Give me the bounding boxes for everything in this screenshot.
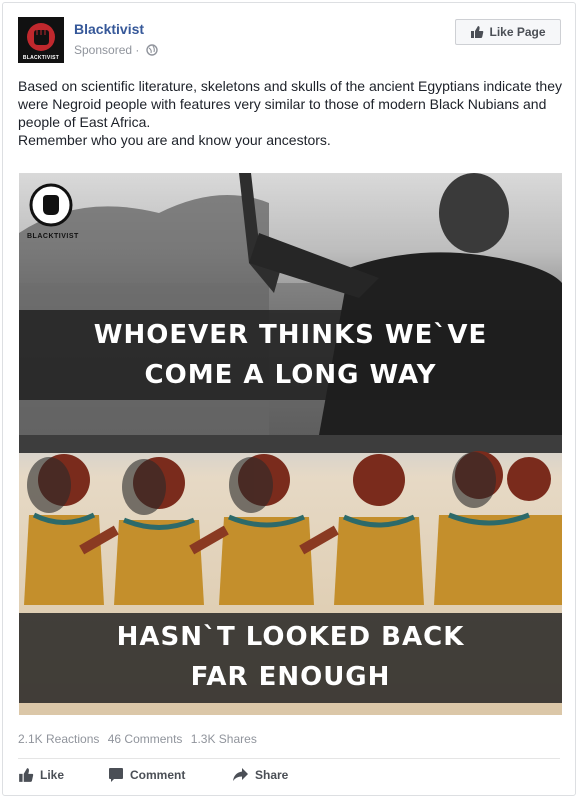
share-button[interactable]: Share: [232, 767, 288, 783]
bottom-caption-line: HASN`T LOOKED BACK: [116, 622, 465, 652]
share-label: Share: [255, 768, 289, 782]
shares-count[interactable]: 1.3K Shares: [191, 732, 257, 746]
post-text-paragraph: Remember who you are and know your ances…: [18, 132, 331, 148]
watermark-fist-icon: [29, 183, 73, 232]
page-avatar[interactable]: BLACKTIVIST: [18, 17, 64, 63]
post-image[interactable]: BLACKTIVIST WHOEVER THINKS WE`VE COME A …: [19, 173, 562, 715]
page-name-link[interactable]: Blacktivist: [74, 21, 144, 37]
comment-button[interactable]: Comment: [108, 767, 185, 783]
top-caption-line: WHOEVER THINKS WE`VE: [93, 320, 488, 350]
reactions-count[interactable]: 2.1K Reactions: [18, 732, 99, 746]
post-header: BLACKTIVIST Blacktivist Sponsored · Like…: [18, 17, 561, 63]
watermark-text: BLACKTIVIST: [27, 233, 79, 240]
engagement-stats: 2.1K Reactions 46 Comments 1.3K Shares: [18, 732, 262, 746]
sponsored-label[interactable]: Sponsored ·: [74, 43, 139, 57]
comment-label: Comment: [130, 768, 186, 782]
globe-icon: [146, 44, 158, 59]
share-arrow-icon: [233, 768, 248, 781]
sponsored-meta: Sponsored ·: [74, 43, 158, 59]
post-text: Based on scientific literature, skeleton…: [18, 77, 563, 149]
top-caption-line: COME A LONG WAY: [144, 360, 437, 390]
bottom-caption-line: FAR ENOUGH: [190, 662, 391, 692]
top-caption-banner: WHOEVER THINKS WE`VE COME A LONG WAY: [19, 310, 562, 400]
like-page-label: Like Page: [489, 25, 546, 39]
bottom-caption-banner: HASN`T LOOKED BACK FAR ENOUGH: [19, 613, 562, 703]
like-button[interactable]: Like: [18, 767, 64, 783]
sponsored-post-card: BLACKTIVIST Blacktivist Sponsored · Like…: [2, 2, 576, 796]
action-divider: [18, 758, 560, 759]
comments-count[interactable]: 46 Comments: [108, 732, 183, 746]
thumbs-up-icon: [19, 768, 34, 782]
like-label: Like: [40, 768, 65, 782]
like-page-button[interactable]: Like Page: [455, 19, 561, 45]
thumbs-up-icon: [471, 26, 484, 38]
avatar-label: BLACKTIVIST: [22, 55, 60, 61]
post-text-paragraph: Based on scientific literature, skeleton…: [18, 78, 562, 130]
comment-icon: [109, 768, 123, 782]
